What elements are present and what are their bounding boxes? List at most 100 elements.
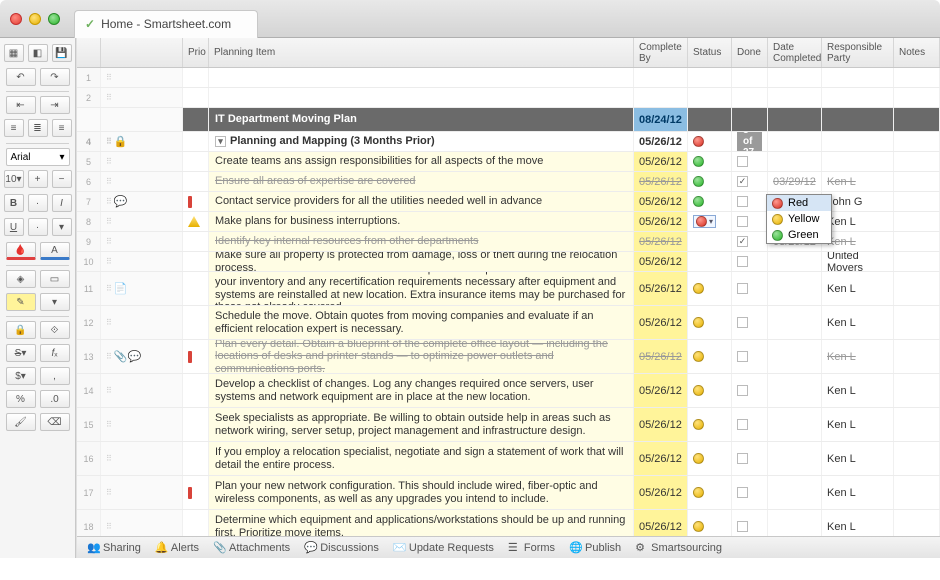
table-row[interactable]: 18⠿Determine which equipment and applica… [77,510,940,536]
cell-done[interactable] [732,510,768,536]
font-size-select[interactable]: 10▾ [4,170,24,188]
cell-item[interactable] [209,68,634,87]
cell-notes[interactable] [894,192,940,211]
cell-notes[interactable] [894,306,940,339]
cell-notes[interactable] [894,476,940,509]
cell-ind[interactable]: ⠿ [101,442,183,475]
update-requests-tab[interactable]: ✉️Update Requests [393,542,494,554]
link-button[interactable]: ◈ [6,270,36,288]
cell-stat[interactable] [688,108,732,131]
cell-ind[interactable]: ⠿ [101,152,183,171]
cell-done[interactable] [732,408,768,441]
table-row[interactable]: 13⠿ 📎💬Plan every detail. Obtain a bluepr… [77,340,940,374]
cell-comp[interactable]: 05/26/12 [634,212,688,231]
cell-item[interactable]: Plan every detail. Obtain a blueprint of… [209,340,634,373]
cell-item[interactable]: Identify key internal resources from oth… [209,232,634,251]
cell-resp[interactable]: Ken L [822,476,894,509]
cell-datec[interactable] [768,132,822,151]
cell-resp[interactable]: Ken L [822,212,894,231]
table-row[interactable]: 5⠿ Create teams ans assign responsibiliti… [77,152,940,172]
cell-item[interactable]: Create teams ans assign responsibilities… [209,152,634,171]
cell-ind[interactable]: ⠿ [101,212,183,231]
cell-rownum[interactable]: 11 [77,272,101,305]
browser-tab[interactable]: ✓ Home - Smartsheet.com [74,10,258,38]
cell-prio[interactable] [183,132,209,151]
tool-button[interactable]: · [28,194,48,212]
tool-button[interactable]: ▾ [52,218,72,236]
cell-rownum[interactable]: 13 [77,340,101,373]
forms-tab[interactable]: ☰Forms [508,542,555,554]
cell-datec[interactable] [768,252,822,271]
cell-resp[interactable]: Ken L [822,408,894,441]
cell-comp[interactable] [634,88,688,107]
cell-done[interactable]: ✓ [732,172,768,191]
cell-item[interactable]: Make sure all property is protected from… [209,252,634,271]
currency-button[interactable]: $▾ [6,367,36,385]
cell-resp[interactable]: Ken L [822,374,894,407]
cell-ind[interactable]: ⠿ [101,476,183,509]
cell-done[interactable] [732,252,768,271]
cell-item[interactable]: Contact service providers for all the ut… [209,192,634,211]
save-button[interactable]: 💾 [52,44,72,62]
cell-prio[interactable] [183,252,209,271]
cell-stat[interactable] [688,272,732,305]
cell-datec[interactable] [768,476,822,509]
cell-prio[interactable] [183,476,209,509]
table-row[interactable]: 17⠿Plan your new network configuration. … [77,476,940,510]
cell-done[interactable] [732,340,768,373]
cell-datec[interactable] [768,306,822,339]
done-header[interactable]: Done [732,38,768,67]
cell-ind[interactable]: ⠿ [101,306,183,339]
cell-notes[interactable] [894,232,940,251]
cell-prio[interactable] [183,442,209,475]
tool-button[interactable]: ▦ [4,44,24,62]
notes-header[interactable]: Notes [894,38,940,67]
rows-container[interactable]: 1⠿2⠿IT Department Moving Plan08/24/124⠿ … [77,68,940,536]
prio-header[interactable]: Prio [183,38,209,67]
cell-ind[interactable]: ⠿ [101,510,183,536]
cell-rownum[interactable]: 15 [77,408,101,441]
cell-ind[interactable]: ⠿ [101,88,183,107]
cell-resp[interactable]: Ken L [822,232,894,251]
discussions-tab[interactable]: 💬Discussions [304,542,379,554]
cell-stat[interactable] [688,408,732,441]
lock-button[interactable]: 🔒 [6,321,36,339]
cell-item[interactable] [209,88,634,107]
align-center-button[interactable]: ≣ [28,119,48,137]
cell-item[interactable]: If you employ a relocation specialist, n… [209,442,634,475]
cell-rownum[interactable]: 9 [77,232,101,251]
cell-item[interactable]: Make plans for business interruptions. [209,212,634,231]
cell-prio[interactable] [183,340,209,373]
cell-prio[interactable] [183,232,209,251]
cell-stat[interactable] [688,374,732,407]
cell-comp[interactable]: 05/26/12 [634,374,688,407]
row-number-header[interactable] [77,38,101,67]
table-row[interactable]: IT Department Moving Plan08/24/12 [77,108,940,132]
cell-rownum[interactable]: 2 [77,88,101,107]
cell-done[interactable]: ✓ [732,232,768,251]
strikethrough-button[interactable]: S▾ [6,344,36,362]
cell-rownum[interactable]: 5 [77,152,101,171]
decrease-size-button[interactable]: − [52,170,72,188]
cell-prio[interactable] [183,212,209,231]
cell-resp[interactable]: John G [822,192,894,211]
cell-datec[interactable] [768,408,822,441]
cell-prio[interactable] [183,408,209,441]
cell-rownum[interactable]: 14 [77,374,101,407]
cell-ind[interactable]: ⠿ [101,374,183,407]
cell-stat[interactable] [688,232,732,251]
font-select[interactable]: Arial▾ [6,148,70,166]
redo-button[interactable]: ↷ [40,68,70,86]
cell-stat[interactable]: ▾ [688,212,732,231]
cell-item[interactable]: Plan your new network configuration. Thi… [209,476,634,509]
cell-resp[interactable]: Ken L [822,340,894,373]
format-painter-button[interactable]: 🖌 [6,413,36,431]
cell-done[interactable]: 3 of 27 [732,132,768,151]
cell-ind[interactable]: ⠿ 📄 [101,272,183,305]
table-row[interactable]: 15⠿Seek specialists as appropriate. Be w… [77,408,940,442]
cell-datec[interactable]: 03/29/12 [768,172,822,191]
cell-stat[interactable] [688,68,732,87]
smartsourcing-tab[interactable]: ⚙Smartsourcing [635,542,722,554]
cell-rownum[interactable] [77,108,101,131]
cell-notes[interactable] [894,340,940,373]
